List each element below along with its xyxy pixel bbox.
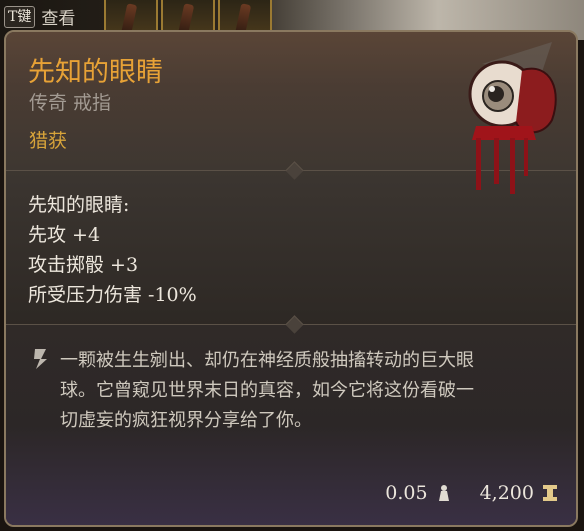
gold-icon [543, 485, 557, 501]
inspect-hint: T键 查看 [4, 4, 75, 29]
item-name: 先知的眼睛 [28, 57, 163, 88]
bloody-eyeball-icon [468, 42, 557, 194]
stat-initiative: 先攻 +4 [28, 224, 101, 246]
item-tooltip: 先知的眼睛 传奇 戒指 猎获 先知的眼睛: 先攻 +4 攻击掷骰 +3 所受压力… [4, 30, 578, 527]
flavor-line: 球。它曾窥见世界末日的真容，如今它将这份看破一 [60, 380, 474, 401]
flavor-line: 一颗被生生剜出、却仍在神经质般抽搐转动的巨大眼 [60, 350, 474, 371]
item-value: 4,200 [479, 482, 534, 504]
item-footer: 0.05 4,200 [385, 482, 558, 504]
quill-icon [34, 349, 47, 369]
stats-block: 先知的眼睛: 先攻 +4 攻击掷骰 +3 所受压力伤害 -10% [28, 190, 197, 310]
stat-stress-damage: 所受压力伤害 -10% [28, 284, 197, 306]
flavor-line: 切虚妄的疯狂视界分享给了你。 [60, 410, 312, 431]
item-tag: 猎获 [29, 130, 68, 152]
item-weight: 0.05 [385, 482, 428, 504]
key-cap: T键 [4, 5, 36, 28]
weight-icon [438, 485, 449, 501]
inspect-label: 查看 [41, 9, 76, 29]
item-rarity-type: 传奇 戒指 [29, 92, 112, 114]
stat-attack-roll: 攻击掷骰 +3 [28, 254, 139, 276]
flavor-text: 一颗被生生剜出、却仍在神经质般抽搐转动的巨大眼 球。它曾窥见世界末日的真容，如今… [60, 346, 560, 436]
stats-header: 先知的眼睛: [28, 194, 130, 216]
